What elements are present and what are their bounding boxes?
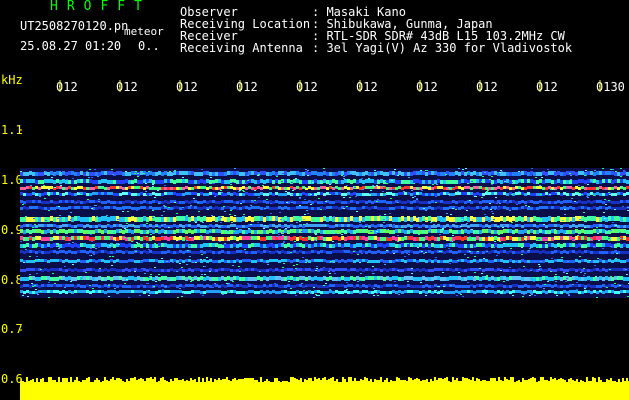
antenna-label: Receiving Antenna (180, 41, 303, 55)
antenna-value: : 3el Yagi(V) Az 330 for Vladivostok (312, 41, 573, 55)
signal-bands (20, 168, 629, 298)
app-brand: HROFFT (50, 0, 151, 14)
column-ticks (59, 80, 601, 92)
spectrogram-plot (20, 80, 629, 400)
noise-floor (20, 377, 629, 400)
event-count: 0.. (138, 39, 160, 53)
datetime: 25.08.27 01:20 (20, 39, 122, 53)
filename: UT2508270120.pn (20, 19, 129, 33)
filename-suffix: meteor (124, 25, 164, 38)
